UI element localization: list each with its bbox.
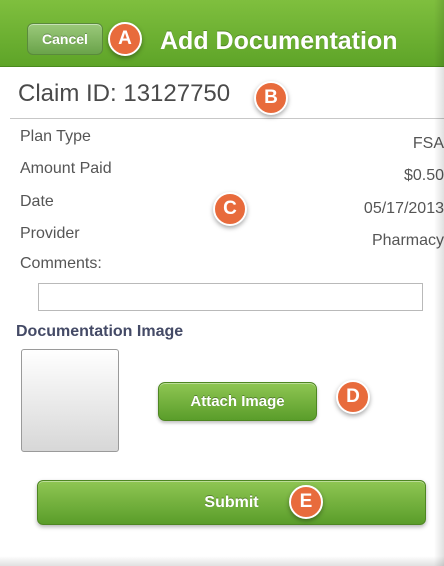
- add-documentation-screen: Cancel Add Documentation Claim ID: 13127…: [0, 0, 444, 566]
- callout-e: E: [289, 485, 323, 519]
- documentation-image-title: Documentation Image: [16, 323, 184, 340]
- comments-label: Comments:: [20, 255, 102, 272]
- comments-input[interactable]: [38, 283, 423, 311]
- callout-a: A: [108, 22, 142, 56]
- attach-image-button[interactable]: Attach Image: [158, 382, 317, 421]
- claim-id: Claim ID: 13127750: [18, 80, 231, 107]
- callout-c: C: [213, 192, 247, 226]
- frame-shadow: [434, 0, 444, 566]
- amount-paid-label: Amount Paid: [20, 160, 112, 177]
- divider: [10, 118, 444, 119]
- frame-shadow: [0, 556, 444, 566]
- plan-type-label: Plan Type: [20, 128, 91, 145]
- image-thumbnail-placeholder: [21, 349, 119, 452]
- header-bar: Cancel Add Documentation: [0, 0, 444, 67]
- page-title: Add Documentation: [160, 27, 398, 55]
- date-label: Date: [20, 193, 54, 210]
- provider-label: Provider: [20, 225, 80, 242]
- date-value: 05/17/2013: [363, 200, 444, 217]
- callout-d: D: [336, 380, 370, 414]
- submit-button[interactable]: Submit: [37, 480, 426, 525]
- cancel-button[interactable]: Cancel: [27, 23, 103, 55]
- callout-b: B: [254, 81, 288, 115]
